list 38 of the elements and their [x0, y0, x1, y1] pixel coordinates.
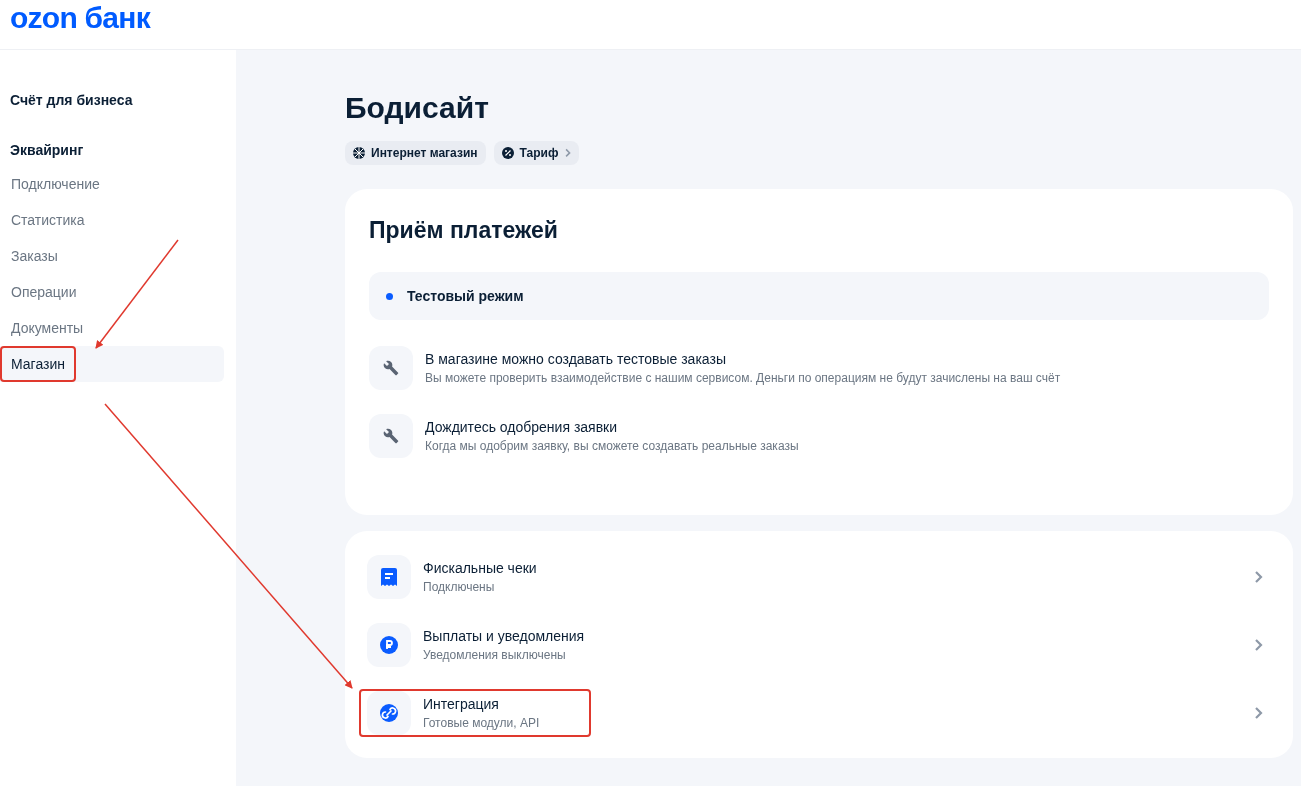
row-title: Интеграция — [423, 695, 500, 714]
chevron-right-icon — [1253, 570, 1263, 584]
sidebar-section-title[interactable]: Счёт для бизнеса — [0, 88, 224, 112]
info-chip[interactable]: Интернет магазин — [345, 141, 486, 165]
info-chip[interactable]: Тариф — [493, 141, 580, 165]
sidebar-item[interactable]: Операции — [0, 274, 224, 310]
row-subtitle: Уведомления выключены — [423, 647, 567, 664]
step-title: В магазине можно создавать тестовые заказы — [425, 350, 727, 369]
card-title: Приём платежей — [369, 216, 559, 245]
sidebar-section-title[interactable]: Эквайринг — [0, 138, 224, 162]
globe-icon — [353, 147, 365, 159]
step-description: Когда мы одобрим заявку, вы сможете создавать реальные заказы — [425, 438, 799, 455]
sidebar-item[interactable]: Подключение — [0, 166, 224, 202]
settings-row[interactable]: Интеграция Готовые модули, API — [361, 691, 1277, 735]
sidebar-item[interactable]: Магазин — [0, 346, 224, 382]
status-text: Тестовый режим — [407, 286, 524, 306]
sidebar-item[interactable]: Заказы — [0, 238, 224, 274]
link-icon — [380, 704, 398, 722]
wrench-icon — [383, 360, 399, 376]
row-subtitle: Готовые модули, API — [423, 715, 540, 732]
settings-row[interactable]: Выплаты и уведомления Уведомления выключены — [361, 623, 1277, 667]
page-title: Бодисайт — [345, 90, 490, 126]
bank-logo[interactable]: ozon банк — [10, 2, 150, 33]
ruble-icon — [380, 636, 398, 654]
chevron-right-icon — [1253, 706, 1263, 720]
wrench-icon — [383, 428, 399, 444]
step-description: Вы можете проверить взаимодействие с нашим сервисом. Деньги по операциям не будут зачислены на ваш счёт — [425, 370, 1061, 387]
row-title: Фискальные чеки — [423, 559, 537, 578]
sidebar-item[interactable]: Статистика — [0, 202, 224, 238]
percent-icon — [501, 147, 514, 159]
receipt-icon — [381, 568, 397, 586]
row-subtitle: Подключены — [423, 579, 496, 596]
sidebar-item[interactable]: Документы — [0, 310, 224, 346]
chevron-right-icon — [564, 148, 572, 158]
step-title: Дождитесь одобрения заявки — [425, 418, 619, 437]
settings-row[interactable]: Фискальные чеки Подключены — [361, 555, 1277, 599]
row-title: Выплаты и уведомления — [423, 627, 585, 646]
chevron-right-icon — [1253, 638, 1263, 652]
